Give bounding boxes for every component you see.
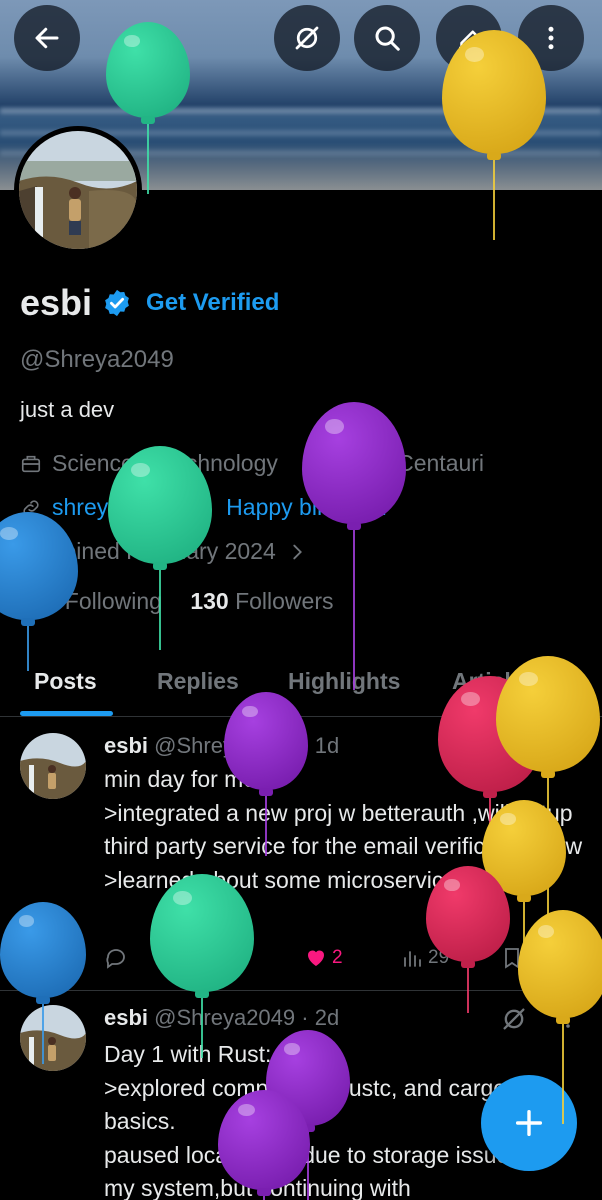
profile-avatar[interactable] [14,126,142,254]
share-button[interactable] [548,946,572,970]
grok-button[interactable] [274,5,340,71]
view-count: 29 [428,947,450,968]
back-icon [35,27,59,49]
balloon-icon [198,497,212,517]
more-button[interactable] [518,5,584,71]
compose-button[interactable] [481,1075,577,1171]
follow-counts: 183 Following 130 Followers [20,588,334,615]
verified-badge-icon[interactable] [102,288,132,318]
post-avatar[interactable] [20,733,86,799]
post-text: min day for me:) >integrated a new proj … [104,766,583,893]
post-header: esbi @Shreya2049 · 2d [104,1005,339,1031]
post-more-icon[interactable] [556,1005,580,1033]
post-time: · 2d [301,1005,340,1030]
profile-website-link[interactable]: shreyaa.me [52,494,172,521]
like-count: 2 [332,947,343,968]
followers-count: 130 [190,588,229,614]
post-avatar-photo [20,733,86,799]
search-icon [375,26,400,51]
heart-icon [308,950,324,966]
profile-meta-row-2: shreyaa.me Happy birthday! [20,494,387,521]
post-avatar[interactable] [20,1005,86,1071]
followers-label: Followers [235,588,334,614]
grok-icon[interactable] [500,1005,528,1033]
avatar-photo [19,131,137,249]
post-actions: 2 29 [104,946,574,976]
following-label: Following [64,588,162,614]
profile-name-row: esbi Get Verified [20,282,279,324]
post-avatar-photo [20,1005,86,1071]
profile-meta-row-1: Science & Technology Alpha Centauri [20,450,484,477]
following-count: 183 [20,588,59,614]
more-icon [548,26,554,50]
profile-category: Science & Technology [52,450,278,476]
post-time: · 1d [301,733,340,758]
profile-joined: Joined February 2024 [52,538,276,564]
share-icon [550,947,570,969]
reply-icon [106,949,125,969]
chevron-right-icon [293,544,302,559]
calendar-icon [21,543,41,561]
followers-link[interactable]: 130 Followers [190,588,333,614]
get-verified-link[interactable]: Get Verified [146,289,279,317]
post-author-name[interactable]: esbi [104,1005,148,1030]
profile-tabs: Posts Replies Highlights Articles [0,660,602,717]
profile-location: Alpha Centauri [331,450,485,476]
profile-meta-row-3[interactable]: Joined February 2024 [20,538,318,565]
post-header: esbi @Shreya2049 · 1d [104,733,339,759]
post-author-handle: @Shreya2049 [154,1005,296,1030]
reply-button[interactable] [104,946,128,970]
views-icon [404,951,421,967]
post-author-name[interactable]: esbi [104,733,148,758]
briefcase-icon [21,455,41,472]
location-icon [303,453,319,473]
post-author-handle: @Shreya2049 [154,733,296,758]
profile-name: esbi [20,282,93,323]
repost-button[interactable] [202,946,226,970]
repost-icon [204,949,224,967]
following-link[interactable]: 183 Following [20,588,162,614]
plus-icon [515,1109,543,1137]
tab-posts[interactable]: Posts [34,668,97,695]
like-button[interactable]: 2 [304,946,343,970]
views-button[interactable]: 29 [400,946,449,970]
back-button[interactable] [14,5,80,71]
tab-articles[interactable]: Articles [452,668,536,695]
link-icon [23,499,39,516]
bookmark-button[interactable] [500,946,524,970]
banner-wave [0,108,602,114]
edit-button[interactable] [436,5,502,71]
grok-icon [295,26,319,50]
bookmark-icon [505,948,519,969]
tab-replies[interactable]: Replies [157,668,239,695]
edit-icon [459,30,479,50]
search-button[interactable] [354,5,420,71]
tab-highlights[interactable]: Highlights [288,668,400,695]
profile-bio: just a dev [20,397,115,422]
active-tab-indicator [20,711,113,716]
profile-handle: @Shreya2049 [20,346,174,373]
birthday-link[interactable]: Happy birthday! [226,494,387,521]
post-divider [0,990,602,991]
